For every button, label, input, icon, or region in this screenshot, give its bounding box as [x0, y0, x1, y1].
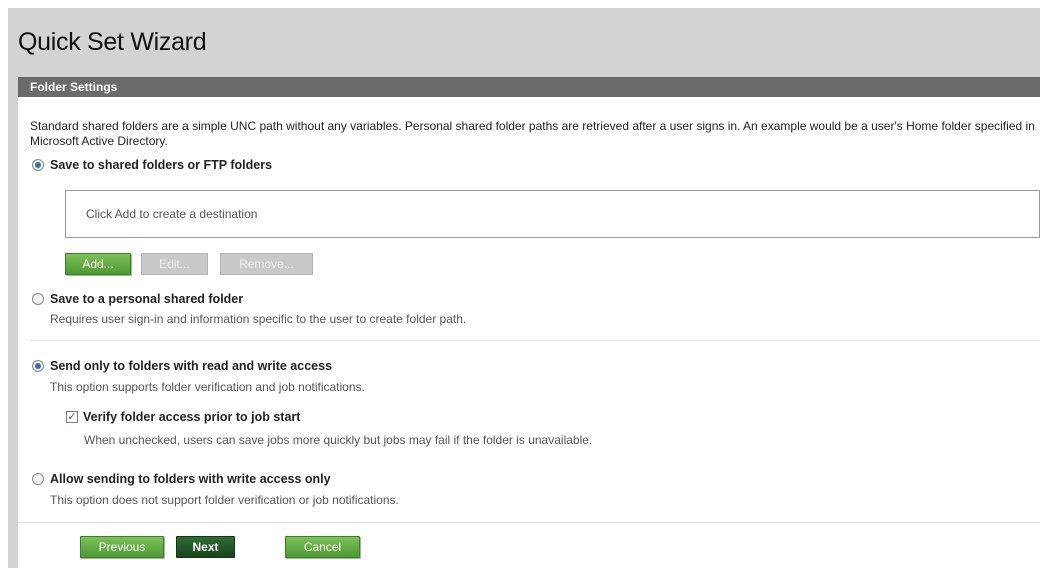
verify-access-checkbox[interactable]: ✓: [66, 411, 78, 423]
read-write-label: Send only to folders with read and write…: [50, 359, 333, 373]
footer-divider: [18, 522, 1040, 523]
next-button[interactable]: Next: [176, 536, 235, 558]
write-only-desc: This option does not support folder veri…: [50, 493, 399, 507]
verify-access-row[interactable]: ✓ Verify folder access prior to job star…: [66, 410, 300, 424]
remove-button[interactable]: Remove...: [220, 253, 313, 275]
wizard-title: Quick Set Wizard: [18, 28, 207, 56]
personal-folder-radio[interactable]: [32, 293, 44, 305]
section-header: Folder Settings: [18, 77, 1040, 97]
divider: [30, 340, 1040, 341]
previous-button[interactable]: Previous: [80, 536, 164, 558]
personal-folder-desc: Requires user sign-in and information sp…: [50, 312, 467, 326]
cancel-button[interactable]: Cancel: [285, 536, 360, 558]
folder-settings-panel: Standard shared folders are a simple UNC…: [18, 97, 1040, 568]
read-write-desc: This option supports folder verification…: [50, 380, 365, 394]
destination-list[interactable]: Click Add to create a destination: [65, 190, 1040, 238]
edit-button[interactable]: Edit...: [141, 253, 208, 275]
shared-folders-radio[interactable]: [32, 159, 44, 171]
option-write-only[interactable]: Allow sending to folders with write acce…: [32, 472, 331, 486]
option-shared-folders[interactable]: Save to shared folders or FTP folders: [32, 158, 272, 172]
intro-text: Standard shared folders are a simple UNC…: [30, 119, 1035, 148]
add-button[interactable]: Add...: [65, 253, 131, 275]
shared-folders-label: Save to shared folders or FTP folders: [50, 158, 273, 172]
option-personal-folder[interactable]: Save to a personal shared folder: [32, 292, 243, 306]
verify-access-label: Verify folder access prior to job start: [83, 410, 301, 424]
write-only-radio[interactable]: [32, 473, 44, 485]
write-only-label: Allow sending to folders with write acce…: [50, 472, 331, 486]
verify-access-desc: When unchecked, users can save jobs more…: [84, 433, 593, 447]
personal-folder-label: Save to a personal shared folder: [50, 292, 244, 306]
wizard-window: Quick Set Wizard Folder Settings Standar…: [8, 8, 1040, 568]
option-read-write[interactable]: Send only to folders with read and write…: [32, 359, 332, 373]
read-write-radio[interactable]: [32, 360, 44, 372]
